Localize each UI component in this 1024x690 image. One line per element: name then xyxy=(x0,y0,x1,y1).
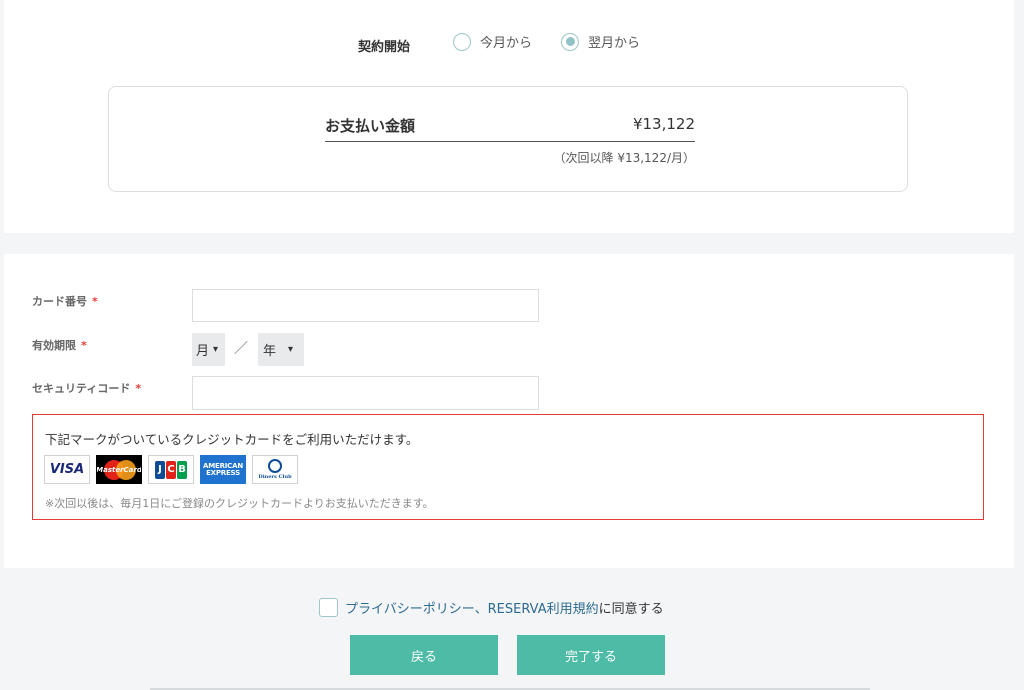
expiry-separator: ／ xyxy=(234,341,248,357)
radio-next-month[interactable]: 翌月から xyxy=(561,32,640,51)
security-code-input[interactable] xyxy=(192,376,539,410)
visa-logo: VISA xyxy=(44,455,90,484)
contract-panel: 契約開始 今月から 翌月から お支払い金額 ¥13,122 （次回以降 ¥13,… xyxy=(4,0,1014,233)
payment-amount: ¥13,122 xyxy=(632,115,695,133)
divider xyxy=(325,141,695,142)
agreement-text: プライバシーポリシー、RESERVA利用規約に同意する xyxy=(345,602,664,617)
security-code-label: セキュリティコード * xyxy=(32,382,142,395)
expiry-label: 有効期限 * xyxy=(32,339,87,352)
mastercard-logo: MasterCard xyxy=(96,455,142,484)
card-number-input[interactable] xyxy=(192,289,539,322)
radio-this-month-label[interactable]: 今月から xyxy=(480,32,532,51)
required-mark: * xyxy=(92,295,98,308)
terms-link[interactable]: プライバシーポリシー、RESERVA利用規約 xyxy=(345,602,599,617)
complete-button[interactable]: 完了する xyxy=(517,635,665,675)
accepted-cards-text: 下記マークがついているクレジットカードをご利用いただけます。 xyxy=(45,432,419,447)
contract-start-label: 契約開始 xyxy=(358,40,411,55)
back-button[interactable]: 戻る xyxy=(350,635,498,675)
agreement-row: プライバシーポリシー、RESERVA利用規約に同意する xyxy=(319,598,664,617)
expiry-year-select[interactable]: 年 ▾ xyxy=(258,333,304,366)
card-form-panel: カード番号 * 有効期限 * 月 ▾ ／ 年 ▾ セキュリティコード * 下記マークがつい… xyxy=(4,254,1014,568)
recurring-payment-note: ※次回以後は、毎月1日にご登録のクレジットカードよりお支払いただきます。 xyxy=(45,497,434,510)
contract-start-row: 契約開始 今月から 翌月から xyxy=(4,32,1014,58)
expiry-month-select[interactable]: 月 ▾ xyxy=(192,333,225,366)
next-payment-amount: （次回以降 ¥13,122/月） xyxy=(553,151,695,165)
chevron-down-icon: ▾ xyxy=(213,344,219,355)
jcb-logo: J C B xyxy=(148,455,194,484)
radio-next-month-label[interactable]: 翌月から xyxy=(588,32,640,51)
amex-logo: AMERICAN EXPRESS xyxy=(200,455,246,484)
radio-checked-icon[interactable] xyxy=(561,32,579,51)
radio-unchecked-icon[interactable] xyxy=(453,32,471,51)
card-brand-logos: VISA MasterCard J C B AMERICAN EXPRESS Di… xyxy=(44,455,298,484)
agreement-checkbox[interactable] xyxy=(319,598,338,617)
accepted-cards-notice: 下記マークがついているクレジットカードをご利用いただけます。 VISA Mast… xyxy=(32,414,984,520)
diners-club-logo: Diners Club xyxy=(252,455,298,484)
required-mark: * xyxy=(81,339,87,352)
card-number-label: カード番号 * xyxy=(32,295,98,308)
chevron-down-icon: ▾ xyxy=(288,344,294,355)
required-mark: * xyxy=(135,382,142,395)
radio-this-month[interactable]: 今月から xyxy=(453,32,532,51)
payment-summary-box: お支払い金額 ¥13,122 （次回以降 ¥13,122/月） xyxy=(108,86,908,192)
payment-title: お支払い金額 xyxy=(325,117,416,135)
